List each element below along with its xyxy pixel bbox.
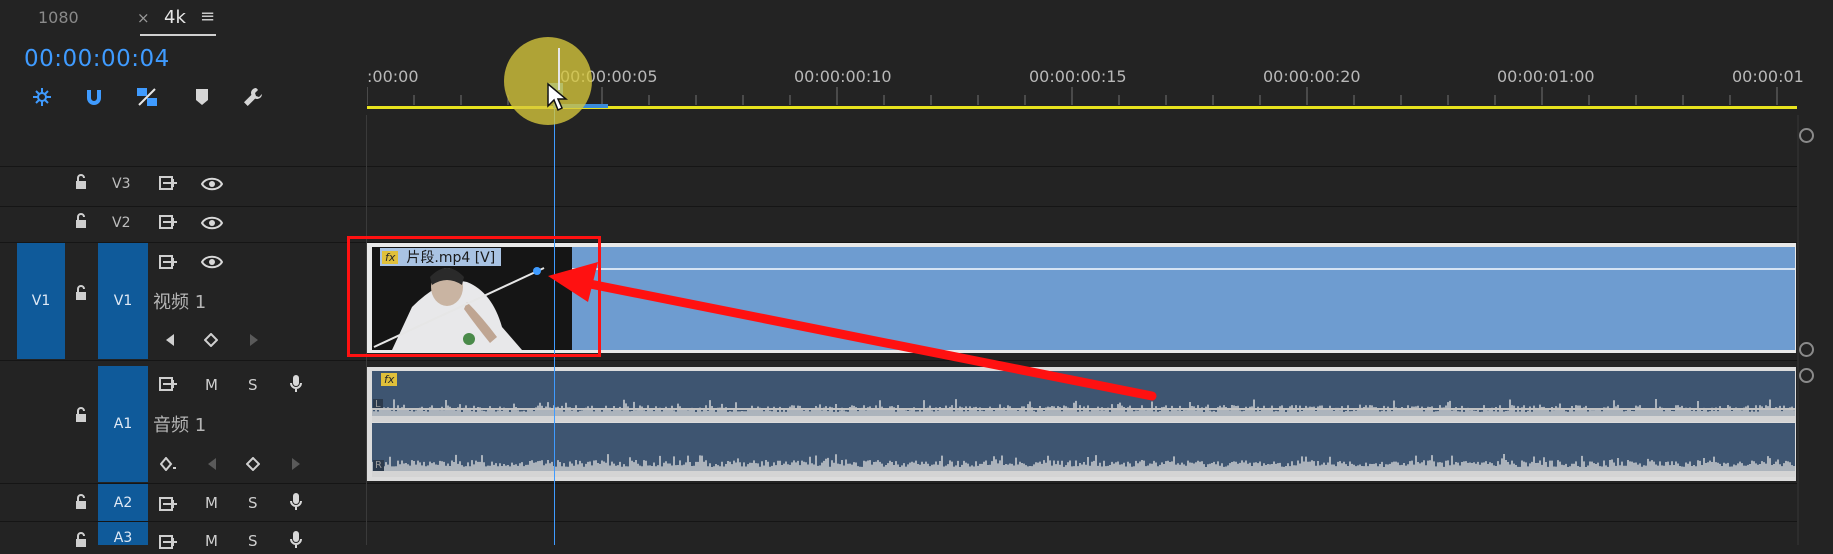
- annotation-arrow: [548, 262, 1157, 401]
- mouse-pointer-icon: [546, 82, 569, 116]
